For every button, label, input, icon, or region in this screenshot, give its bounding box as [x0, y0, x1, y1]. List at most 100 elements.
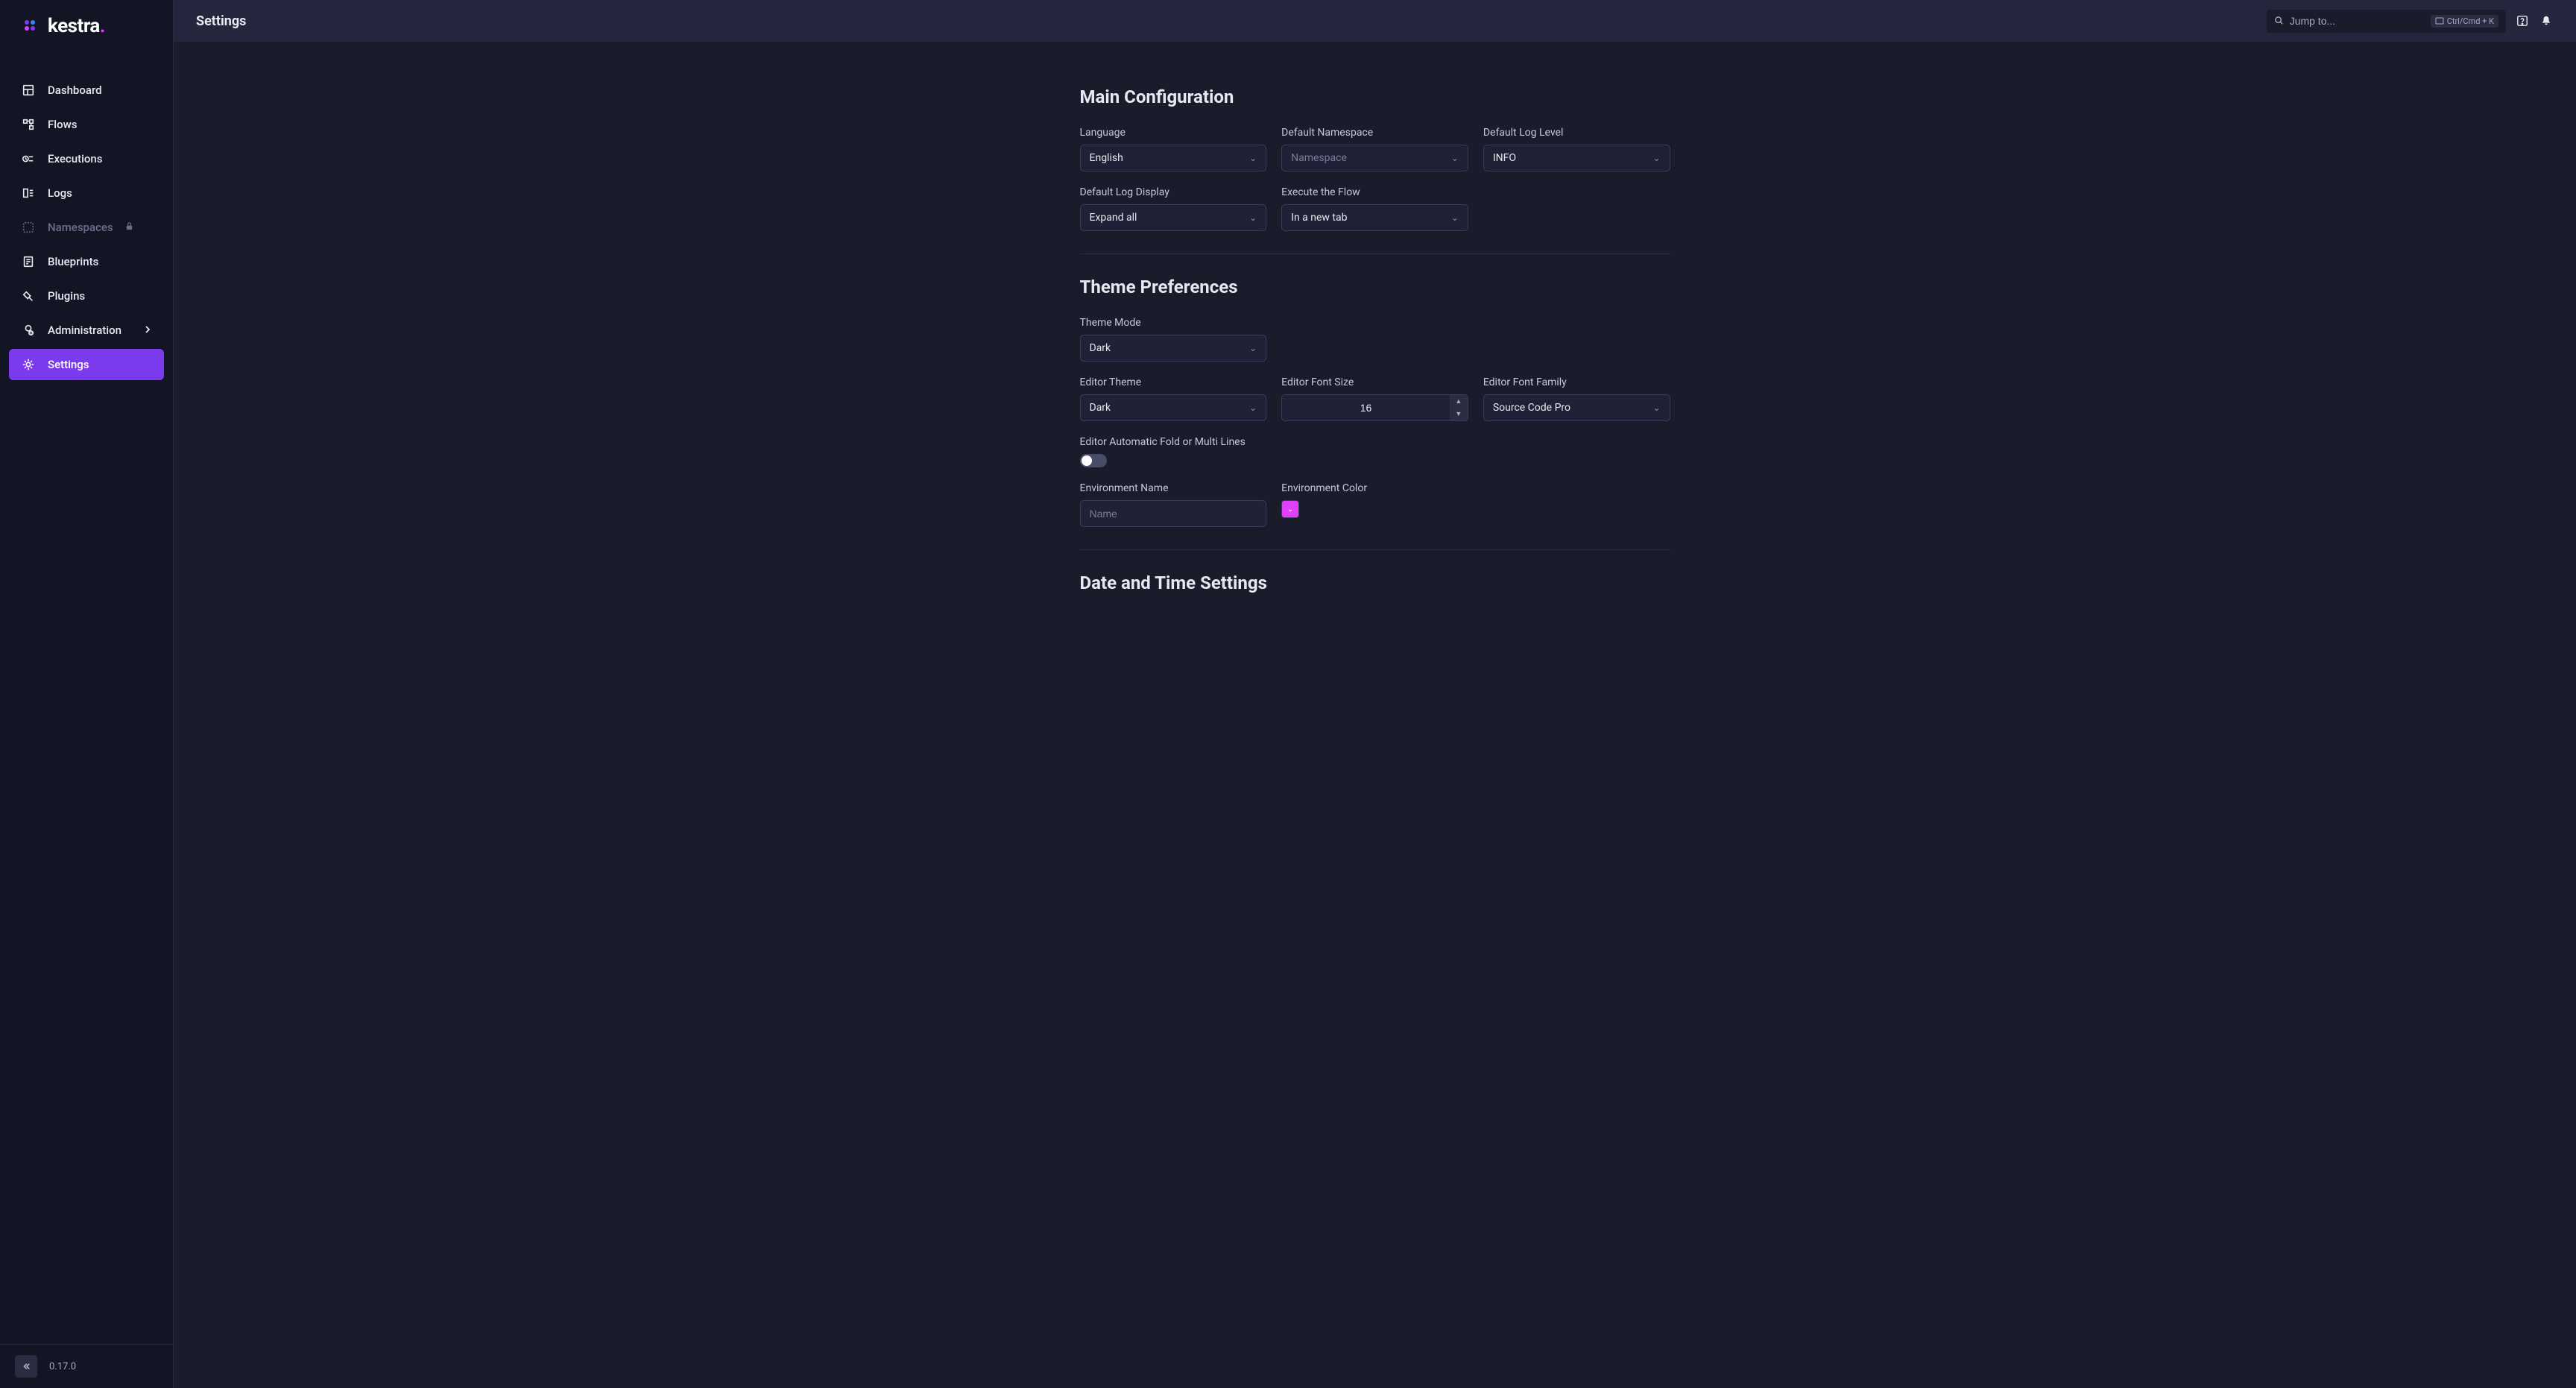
administration-icon: [21, 323, 36, 338]
sidebar-item-label: Administration: [48, 324, 121, 337]
sidebar-item-blueprints[interactable]: Blueprints: [9, 246, 164, 277]
sidebar: kestra. Dashboard Flows Executions: [0, 0, 174, 1388]
main-panel: Settings Ctrl/Cmd + K: [174, 0, 2576, 1388]
execute-flow-select[interactable]: In a new tab ⌄: [1281, 204, 1468, 231]
execute-flow-label: Execute the Flow: [1281, 186, 1468, 198]
topbar: Settings Ctrl/Cmd + K: [174, 0, 2576, 42]
sidebar-item-logs[interactable]: Logs: [9, 177, 164, 209]
log-display-label: Default Log Display: [1080, 186, 1267, 198]
lock-icon: [125, 222, 133, 233]
sidebar-item-administration[interactable]: Administration: [9, 315, 164, 346]
language-label: Language: [1080, 127, 1267, 139]
section-divider: [1080, 549, 1670, 550]
blueprints-icon: [21, 254, 36, 269]
sidebar-item-label: Namespaces: [48, 221, 113, 234]
section-title: Main Configuration: [1080, 86, 1670, 107]
settings-icon: [21, 357, 36, 372]
env-color-label: Environment Color: [1281, 482, 1468, 494]
namespace-select[interactable]: Namespace ⌄: [1281, 145, 1468, 171]
editor-font-family-label: Editor Font Family: [1483, 376, 1670, 388]
content-scroll[interactable]: Main Configuration Language English ⌄ De…: [174, 42, 2576, 1388]
sidebar-item-executions[interactable]: Executions: [9, 143, 164, 174]
env-name-input-wrap: [1080, 500, 1267, 527]
editor-theme-select[interactable]: Dark ⌄: [1080, 394, 1267, 421]
section-title: Date and Time Settings: [1080, 572, 1670, 593]
notifications-button[interactable]: [2539, 13, 2554, 28]
sidebar-item-label: Blueprints: [48, 255, 98, 268]
env-name-field: Environment Name: [1080, 482, 1267, 527]
execute-flow-field: Execute the Flow In a new tab ⌄: [1281, 186, 1468, 231]
logo[interactable]: kestra.: [0, 0, 173, 52]
toggle-thumb: [1082, 455, 1092, 466]
editor-font-family-select[interactable]: Source Code Pro ⌄: [1483, 394, 1670, 421]
chevron-down-icon: ⌄: [1451, 212, 1459, 223]
logo-text: kestra.: [48, 15, 105, 37]
log-display-field: Default Log Display Expand all ⌄: [1080, 186, 1267, 231]
stepper-up-button[interactable]: ▲: [1450, 395, 1468, 408]
env-name-label: Environment Name: [1080, 482, 1267, 494]
font-size-number-input[interactable]: [1282, 395, 1450, 420]
editor-theme-field: Editor Theme Dark ⌄: [1080, 376, 1267, 421]
flows-icon: [21, 117, 36, 132]
help-button[interactable]: [2515, 13, 2530, 28]
theme-mode-select[interactable]: Dark ⌄: [1080, 335, 1267, 362]
section-title: Theme Preferences: [1080, 277, 1670, 297]
editor-font-size-field: Editor Font Size ▲ ▼: [1281, 376, 1468, 421]
chevron-down-icon: ⌄: [1249, 343, 1257, 353]
datetime-section: Date and Time Settings: [1080, 572, 1670, 593]
sidebar-item-settings[interactable]: Settings: [9, 349, 164, 380]
main-configuration-section: Main Configuration Language English ⌄ De…: [1080, 86, 1670, 231]
log-level-field: Default Log Level INFO ⌄: [1483, 127, 1670, 171]
keyboard-shortcut-hint: Ctrl/Cmd + K: [2431, 15, 2498, 28]
sidebar-item-label: Settings: [48, 358, 89, 371]
search-icon: [2274, 14, 2284, 28]
editor-font-size-label: Editor Font Size: [1281, 376, 1468, 388]
theme-mode-label: Theme Mode: [1080, 317, 1267, 329]
theme-preferences-section: Theme Preferences Theme Mode Dark ⌄: [1080, 277, 1670, 527]
sidebar-item-plugins[interactable]: Plugins: [9, 280, 164, 312]
logo-icon: [21, 16, 40, 36]
chevron-down-icon: ⌄: [1652, 153, 1660, 163]
stepper-down-button[interactable]: ▼: [1450, 408, 1468, 420]
env-name-input[interactable]: [1090, 508, 1257, 520]
chevron-down-icon: ⌄: [1249, 153, 1257, 163]
editor-fold-field: Editor Automatic Fold or Multi Lines: [1080, 436, 1267, 467]
version-label: 0.17.0: [49, 1361, 76, 1372]
number-steppers: ▲ ▼: [1450, 395, 1468, 420]
chevron-down-icon: ⌄: [1451, 153, 1459, 163]
env-color-picker[interactable]: ⌄: [1281, 500, 1299, 518]
sidebar-item-label: Logs: [48, 186, 72, 200]
log-level-label: Default Log Level: [1483, 127, 1670, 139]
editor-theme-label: Editor Theme: [1080, 376, 1267, 388]
sidebar-item-namespaces[interactable]: Namespaces: [9, 212, 164, 243]
editor-font-family-field: Editor Font Family Source Code Pro ⌄: [1483, 376, 1670, 421]
namespace-field: Default Namespace Namespace ⌄: [1281, 127, 1468, 171]
editor-fold-toggle[interactable]: [1080, 454, 1107, 467]
chevron-down-icon: ⌄: [1652, 403, 1660, 413]
namespace-label: Default Namespace: [1281, 127, 1468, 139]
settings-container: Main Configuration Language English ⌄ De…: [1080, 86, 1670, 593]
page-title: Settings: [196, 13, 246, 29]
nav-list: Dashboard Flows Executions Logs: [0, 52, 173, 1344]
sidebar-item-label: Plugins: [48, 289, 85, 303]
editor-fold-label: Editor Automatic Fold or Multi Lines: [1080, 436, 1267, 448]
section-divider: [1080, 253, 1670, 254]
sidebar-item-dashboard[interactable]: Dashboard: [9, 75, 164, 106]
plugins-icon: [21, 288, 36, 303]
logs-icon: [21, 186, 36, 201]
chevron-right-icon: [143, 324, 152, 337]
dashboard-icon: [21, 83, 36, 98]
sidebar-item-label: Executions: [48, 152, 102, 165]
collapse-sidebar-button[interactable]: [15, 1355, 37, 1378]
log-level-select[interactable]: INFO ⌄: [1483, 145, 1670, 171]
search-input[interactable]: [2290, 15, 2425, 27]
namespaces-icon: [21, 220, 36, 235]
language-select[interactable]: English ⌄: [1080, 145, 1267, 171]
sidebar-item-label: Dashboard: [48, 83, 102, 97]
sidebar-item-flows[interactable]: Flows: [9, 109, 164, 140]
log-display-select[interactable]: Expand all ⌄: [1080, 204, 1267, 231]
editor-font-size-input[interactable]: ▲ ▼: [1281, 394, 1468, 421]
search-box[interactable]: Ctrl/Cmd + K: [2267, 10, 2506, 33]
theme-mode-field: Theme Mode Dark ⌄: [1080, 317, 1267, 362]
language-field: Language English ⌄: [1080, 127, 1267, 171]
